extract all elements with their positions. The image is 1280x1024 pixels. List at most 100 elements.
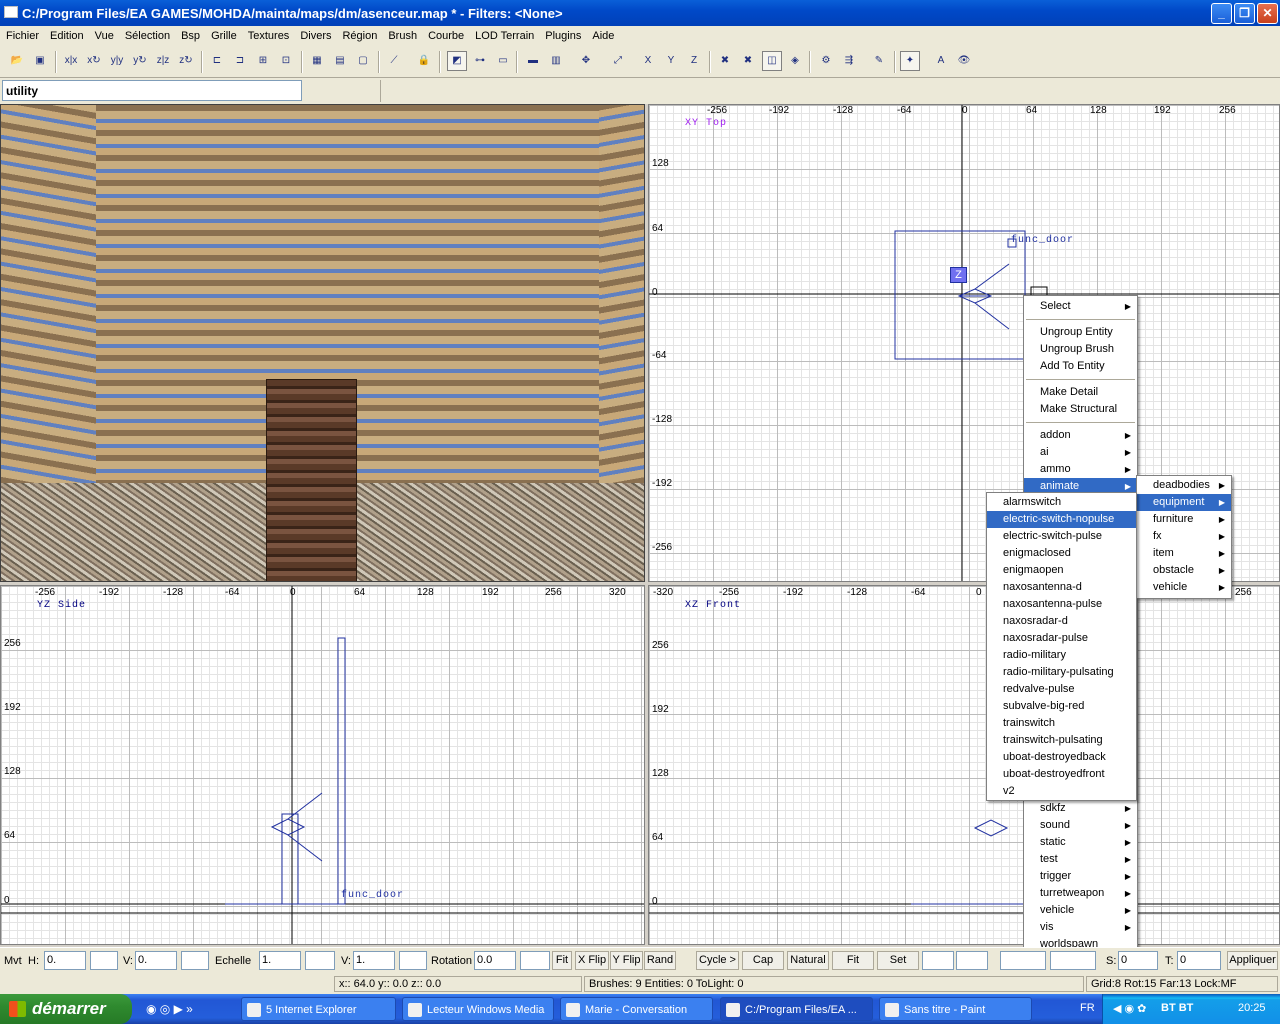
rotate-x-icon[interactable]: x↻ xyxy=(84,51,104,71)
drill-down-icon[interactable]: ⇶ xyxy=(839,51,859,71)
apply-button[interactable]: Appliquer xyxy=(1227,951,1278,970)
entity-class-input[interactable] xyxy=(2,80,302,101)
patch-s-input[interactable] xyxy=(922,951,954,970)
entity-item[interactable]: v2 xyxy=(987,783,1136,800)
entity-item[interactable]: redvalve-pulse xyxy=(987,681,1136,698)
scale-v-input[interactable]: 1. xyxy=(353,951,395,970)
menu-divers[interactable]: Divers xyxy=(300,30,331,42)
shift-v-step-input[interactable] xyxy=(181,951,209,970)
entity-item[interactable]: radio-military-pulsating xyxy=(987,664,1136,681)
menu-item-ungroup-brush[interactable]: Ungroup Brush xyxy=(1024,341,1137,358)
rand-button[interactable]: Rand xyxy=(644,951,676,970)
open-icon[interactable]: 📂 xyxy=(7,51,27,71)
scale-h-input[interactable]: 1. xyxy=(259,951,301,970)
submenu-item[interactable]: deadbodies ▶ xyxy=(1137,477,1231,494)
view-y-icon[interactable]: Y xyxy=(661,51,681,71)
view-x-icon[interactable]: X xyxy=(638,51,658,71)
submenu-item[interactable]: item ▶ xyxy=(1137,545,1231,562)
shift-h-input[interactable]: 0. xyxy=(44,951,86,970)
natural-button[interactable]: Natural xyxy=(787,951,829,970)
entity-item[interactable]: naxosradar-pulse xyxy=(987,630,1136,647)
yz-side-view[interactable]: YZ Side func_door -256 -192 -128 -64 0 6… xyxy=(0,585,645,945)
weld-icon[interactable]: ⚙ xyxy=(816,51,836,71)
make-hollow-icon[interactable]: ▢ xyxy=(353,51,373,71)
menu-textures[interactable]: Textures xyxy=(248,30,290,42)
menu-item-static[interactable]: static ▶ xyxy=(1024,834,1137,851)
fit-button[interactable]: Fit xyxy=(552,951,572,970)
submenu-item[interactable]: furniture ▶ xyxy=(1137,511,1231,528)
minimize-button[interactable]: _ xyxy=(1211,3,1232,24)
menu-item-select[interactable]: Select ▶ xyxy=(1024,298,1137,315)
menu-vue[interactable]: Vue xyxy=(95,30,114,42)
view-z-icon[interactable]: Z xyxy=(684,51,704,71)
scale-select-icon[interactable]: ⤢ xyxy=(608,51,628,71)
scale-v-step-input[interactable] xyxy=(399,951,427,970)
menu-region[interactable]: Région xyxy=(342,30,377,42)
entity-item[interactable]: naxosantenna-pulse xyxy=(987,596,1136,613)
task-radiant[interactable]: C:/Program Files/EA ... xyxy=(720,997,873,1021)
menu-item-vis[interactable]: vis ▶ xyxy=(1024,919,1137,936)
xz-front-view[interactable]: XZ Front -320 -256 -192 -128 -64 0 256 1… xyxy=(648,585,1280,945)
shift-h-step-input[interactable] xyxy=(90,951,118,970)
view-filter-icon[interactable]: 👁 xyxy=(954,51,974,71)
entity-item[interactable]: naxosradar-d xyxy=(987,613,1136,630)
entity-item[interactable]: subvalve-big-red xyxy=(987,698,1136,715)
menu-lod-terrain[interactable]: LOD Terrain xyxy=(475,30,534,42)
menu-aide[interactable]: Aide xyxy=(592,30,614,42)
maximize-button[interactable]: ❐ xyxy=(1234,3,1255,24)
patch-delete-icon[interactable]: ◫ xyxy=(762,51,782,71)
cubic-clip-icon[interactable]: ⊶ xyxy=(470,51,490,71)
z-marker-icon[interactable]: Z xyxy=(950,267,967,283)
shift-v-input[interactable]: 0. xyxy=(135,951,177,970)
entity-view-icon[interactable]: ▬ xyxy=(523,51,543,71)
patch-bend-icon[interactable]: ✖ xyxy=(715,51,735,71)
menu-item-turretweapon[interactable]: turretweapon ▶ xyxy=(1024,885,1137,902)
scale-h-step-input[interactable] xyxy=(305,951,335,970)
rotate-y-icon[interactable]: y↻ xyxy=(130,51,150,71)
x-flip-button[interactable]: X Flip xyxy=(575,951,609,970)
menu-item-vehicle[interactable]: vehicle ▶ xyxy=(1024,902,1137,919)
entity-item[interactable]: alarmswitch xyxy=(987,494,1136,511)
task-conversation[interactable]: Marie - Conversation xyxy=(560,997,713,1021)
task-media-player[interactable]: Lecteur Windows Media xyxy=(402,997,554,1021)
start-button[interactable]: démarrer xyxy=(0,994,132,1024)
submenu-item-selected[interactable]: equipment ▶ xyxy=(1137,494,1231,511)
menu-grille[interactable]: Grille xyxy=(211,30,237,42)
menu-item-ungroup-entity[interactable]: Ungroup Entity xyxy=(1024,324,1137,341)
change-view-icon[interactable]: ◩ xyxy=(447,51,467,71)
entity-item[interactable]: naxosantenna-d xyxy=(987,579,1136,596)
menu-item-sdkfz[interactable]: sdkfz ▶ xyxy=(1024,800,1137,817)
menu-item-make-structural[interactable]: Make Structural xyxy=(1024,401,1137,418)
menu-fichier[interactable]: Fichier xyxy=(6,30,39,42)
submenu-item[interactable]: vehicle ▶ xyxy=(1137,579,1231,596)
menu-plugins[interactable]: Plugins xyxy=(545,30,581,42)
menu-item-ammo[interactable]: ammo ▶ xyxy=(1024,461,1137,478)
entity-item[interactable]: uboat-destroyedfront xyxy=(987,766,1136,783)
camera-preview-icon[interactable]: ▭ xyxy=(493,51,513,71)
subdiv-select[interactable] xyxy=(1000,951,1046,970)
tray-icons[interactable]: ◀ ◉ ✿ xyxy=(1113,1002,1146,1015)
submenu-item[interactable]: obstacle ▶ xyxy=(1137,562,1231,579)
menu-bsp[interactable]: Bsp xyxy=(181,30,200,42)
clipper-icon[interactable]: ⟋ xyxy=(384,51,404,71)
select-partial-tall-icon[interactable]: ⊞ xyxy=(253,51,273,71)
cap-icon[interactable]: ◈ xyxy=(785,51,805,71)
show-entities-icon[interactable]: ✎ xyxy=(869,51,889,71)
show-names-icon[interactable]: A xyxy=(931,51,951,71)
csg-merge-icon[interactable]: ▤ xyxy=(330,51,350,71)
task-paint[interactable]: Sans titre - Paint xyxy=(879,997,1032,1021)
entity-item[interactable]: electric-switch-pulse xyxy=(987,528,1136,545)
texture-lock-icon[interactable]: 🔒 xyxy=(414,51,434,71)
t-input[interactable]: 0 xyxy=(1177,951,1221,970)
flip-y-icon[interactable]: y|y xyxy=(107,51,127,71)
texture-view-icon[interactable]: ▥ xyxy=(546,51,566,71)
menu-courbe[interactable]: Courbe xyxy=(428,30,464,42)
select-touching-icon[interactable]: ⊐ xyxy=(230,51,250,71)
patch-t-input[interactable] xyxy=(956,951,988,970)
menu-item-ai[interactable]: ai ▶ xyxy=(1024,444,1137,461)
rotate-z-icon[interactable]: z↻ xyxy=(176,51,196,71)
menu-item-trigger[interactable]: trigger ▶ xyxy=(1024,868,1137,885)
flip-x-icon[interactable]: x|x xyxy=(61,51,81,71)
entity-item[interactable]: enigmaclosed xyxy=(987,545,1136,562)
save-icon[interactable]: ▣ xyxy=(30,51,50,71)
